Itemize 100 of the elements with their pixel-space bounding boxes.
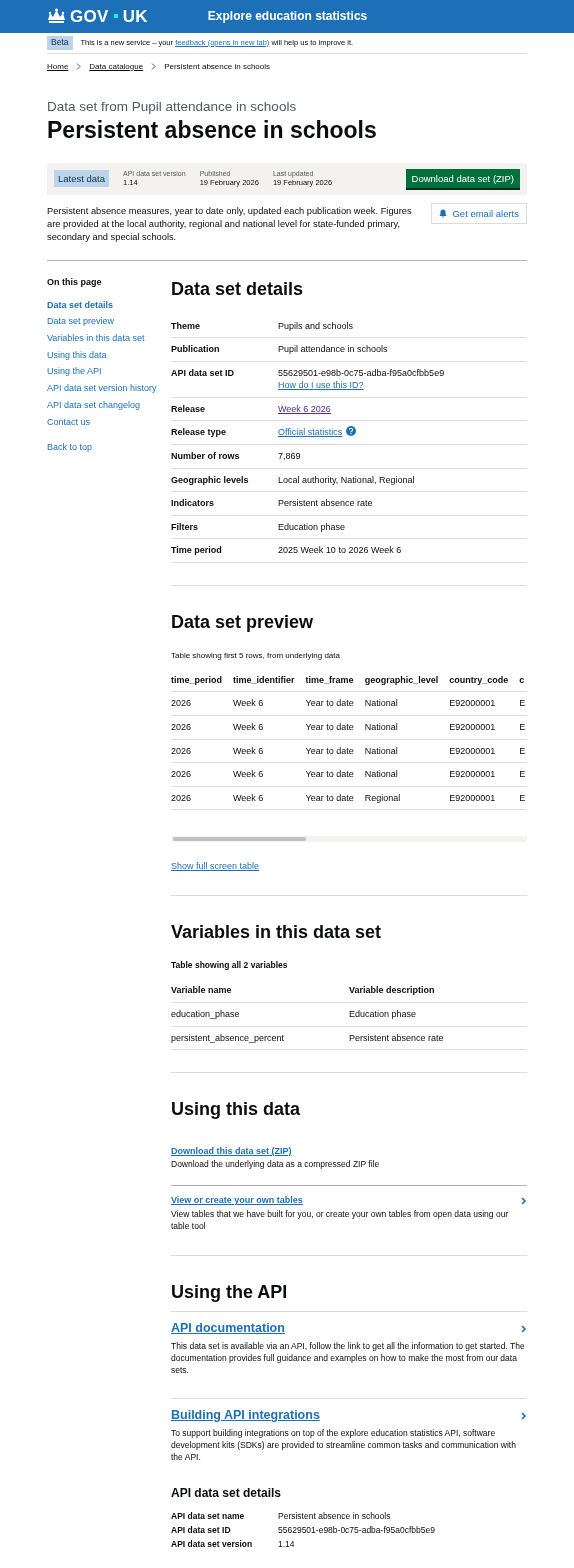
row-label: Release: [171, 403, 206, 414]
sidebar-heading: On this page: [47, 276, 103, 288]
row-label: API data set name: [171, 1511, 245, 1521]
table-cell: Year to date: [305, 722, 354, 732]
resource-description: Download the underlying data as a compressed ZIP file: [171, 1159, 381, 1172]
chevron-icon: [76, 63, 82, 70]
table-cell: E92000001: [449, 722, 496, 732]
chevron-icon: [151, 63, 157, 70]
row-label: Indicators: [171, 498, 214, 509]
table-cell: Year to date: [305, 769, 354, 780]
row-value: 55629501-e98b-0c75-adba-f95a0cfbb5e9: [278, 366, 446, 380]
sidebar-link[interactable]: Data set details: [47, 299, 157, 312]
sidebar-link[interactable]: Using this data: [47, 349, 157, 362]
phase-tag: Beta: [47, 36, 73, 50]
show-full-screen-link[interactable]: Show full screen table: [171, 860, 260, 873]
column-header: geographic_level: [364, 674, 439, 685]
row-label: Geographic levels: [171, 474, 249, 485]
chevron-icon: [521, 1412, 527, 1421]
row-value: 55629501-e98b-0c75-adba-f95a0cfbb5e9: [278, 1524, 435, 1535]
sidebar-link[interactable]: Variables in this data set: [47, 333, 157, 345]
table-cell: E92000001: [449, 745, 496, 756]
table-cell: 2026: [171, 698, 192, 709]
resource-description: This data set is available via an API, follow the link to get all the information to get started. The documentation provides full guidance and examples on how to make the most from our data sets.: [171, 1340, 526, 1377]
resource-link[interactable]: View or create your own tables: [171, 1194, 303, 1207]
row-label: Theme: [171, 320, 200, 331]
table-cell: National: [364, 698, 398, 709]
row-label: Number of rows: [171, 451, 240, 462]
row-label: Time period: [171, 545, 222, 556]
column-header: Variable description: [349, 985, 435, 996]
breadcrumb-link[interactable]: Home: [47, 60, 69, 73]
row-value: 7,869: [278, 451, 301, 462]
help-icon[interactable]: [346, 426, 357, 437]
column-header: time_frame: [305, 674, 354, 685]
download-button[interactable]: Download data set (ZIP): [405, 169, 520, 189]
row-value: Persistent absence rate: [278, 498, 373, 509]
resource-description: To support building integrations on top of the explore education statistics API, software development kits (SDKs) are provided to streamline common tasks and communication with the API.: [171, 1427, 517, 1464]
table-cell: E: [519, 722, 526, 732]
resource-link[interactable]: API documentation: [171, 1320, 285, 1338]
row-label: Publication: [171, 344, 220, 355]
resource-description: View tables that we have built for you, or create your own tables from open data using our table tool: [171, 1208, 510, 1233]
table-cell: National: [364, 722, 398, 732]
table-cell: Week 6: [233, 769, 264, 780]
page-caption: Data set from Pupil attendance in schools: [47, 98, 298, 117]
release-type-link[interactable]: Official statistics: [278, 427, 343, 438]
service-name[interactable]: Explore education statistics: [207, 8, 368, 25]
table-caption: Table showing all 2 variables: [171, 959, 289, 972]
row-value: 2025 Week 10 to 2026 Week 6: [278, 545, 402, 556]
table-cell: Year to date: [305, 698, 354, 709]
row-label: API data set ID: [171, 367, 235, 378]
table-cell: Week 6: [233, 722, 264, 732]
table-cell: National: [364, 769, 398, 780]
sidebar-link[interactable]: API data set version history: [47, 383, 157, 395]
row-value: Pupils and schools: [278, 320, 354, 331]
row-value: Pupil attendance in schools: [278, 344, 388, 355]
row-value: Persistent absence in schools: [278, 1511, 391, 1521]
sidebar-link[interactable]: Data set preview: [47, 316, 157, 329]
column-header: Variable name: [171, 985, 232, 996]
row-value: Local authority, National, Regional: [278, 474, 415, 485]
table-cell: 2026: [171, 769, 192, 780]
section-heading: Variables in this data set: [171, 921, 383, 944]
table-cell: persistent_absence_percent: [171, 1032, 285, 1043]
scrollbar-thumb[interactable]: [173, 837, 306, 842]
table-cell: E: [519, 769, 526, 780]
bell-icon: [439, 209, 448, 218]
row-label: API data set version: [171, 1538, 253, 1549]
table-cell: Year to date: [305, 792, 354, 803]
sidebar-link[interactable]: Using the API: [47, 366, 157, 379]
table-cell: Week 6: [233, 698, 264, 709]
table-cell: Regional: [364, 792, 401, 803]
row-label: Filters: [171, 521, 198, 532]
release-link[interactable]: Week 6 2026: [278, 403, 331, 414]
table-caption: Table showing first 5 rows, from underlying data: [171, 649, 341, 661]
sidebar-link[interactable]: Contact us: [47, 416, 157, 429]
table-cell: Week 6: [233, 745, 264, 756]
breadcrumb-link[interactable]: Data catalogue: [89, 60, 144, 73]
latest-data-tag: Latest data: [54, 170, 109, 188]
table-cell: Year to date: [305, 745, 354, 756]
table-cell: Week 6: [233, 792, 264, 803]
table-cell: National: [364, 745, 398, 756]
crown-icon: [47, 8, 66, 25]
back-to-top-link[interactable]: Back to top: [47, 442, 157, 454]
sidebar-link[interactable]: API data set changelog: [47, 399, 157, 412]
table-cell: E: [519, 698, 526, 709]
breadcrumb-current: Persistent absence in schools: [164, 60, 270, 73]
resource-link[interactable]: Download this data set (ZIP): [171, 1144, 292, 1158]
help-link[interactable]: How do I use this ID?: [278, 380, 364, 391]
page-title: Persistent absence in schools: [47, 116, 378, 145]
column-header: time_identifier: [233, 674, 295, 685]
table-cell: 2026: [171, 745, 192, 756]
resource-link[interactable]: Building API integrations: [171, 1407, 320, 1425]
column-header: country_code: [449, 674, 509, 685]
row-label: API data set ID: [171, 1524, 231, 1535]
email-alerts-button[interactable]: Get email alerts: [431, 202, 527, 225]
logo[interactable]: GOV UK: [47, 4, 148, 29]
section-heading: Using the API: [171, 1281, 289, 1304]
column-header: c: [519, 674, 525, 685]
table-cell: 2026: [171, 792, 192, 803]
section-heading: Data set details: [171, 278, 305, 301]
table-cell: 2026: [171, 722, 192, 732]
row-value: 1.14: [278, 1538, 295, 1549]
